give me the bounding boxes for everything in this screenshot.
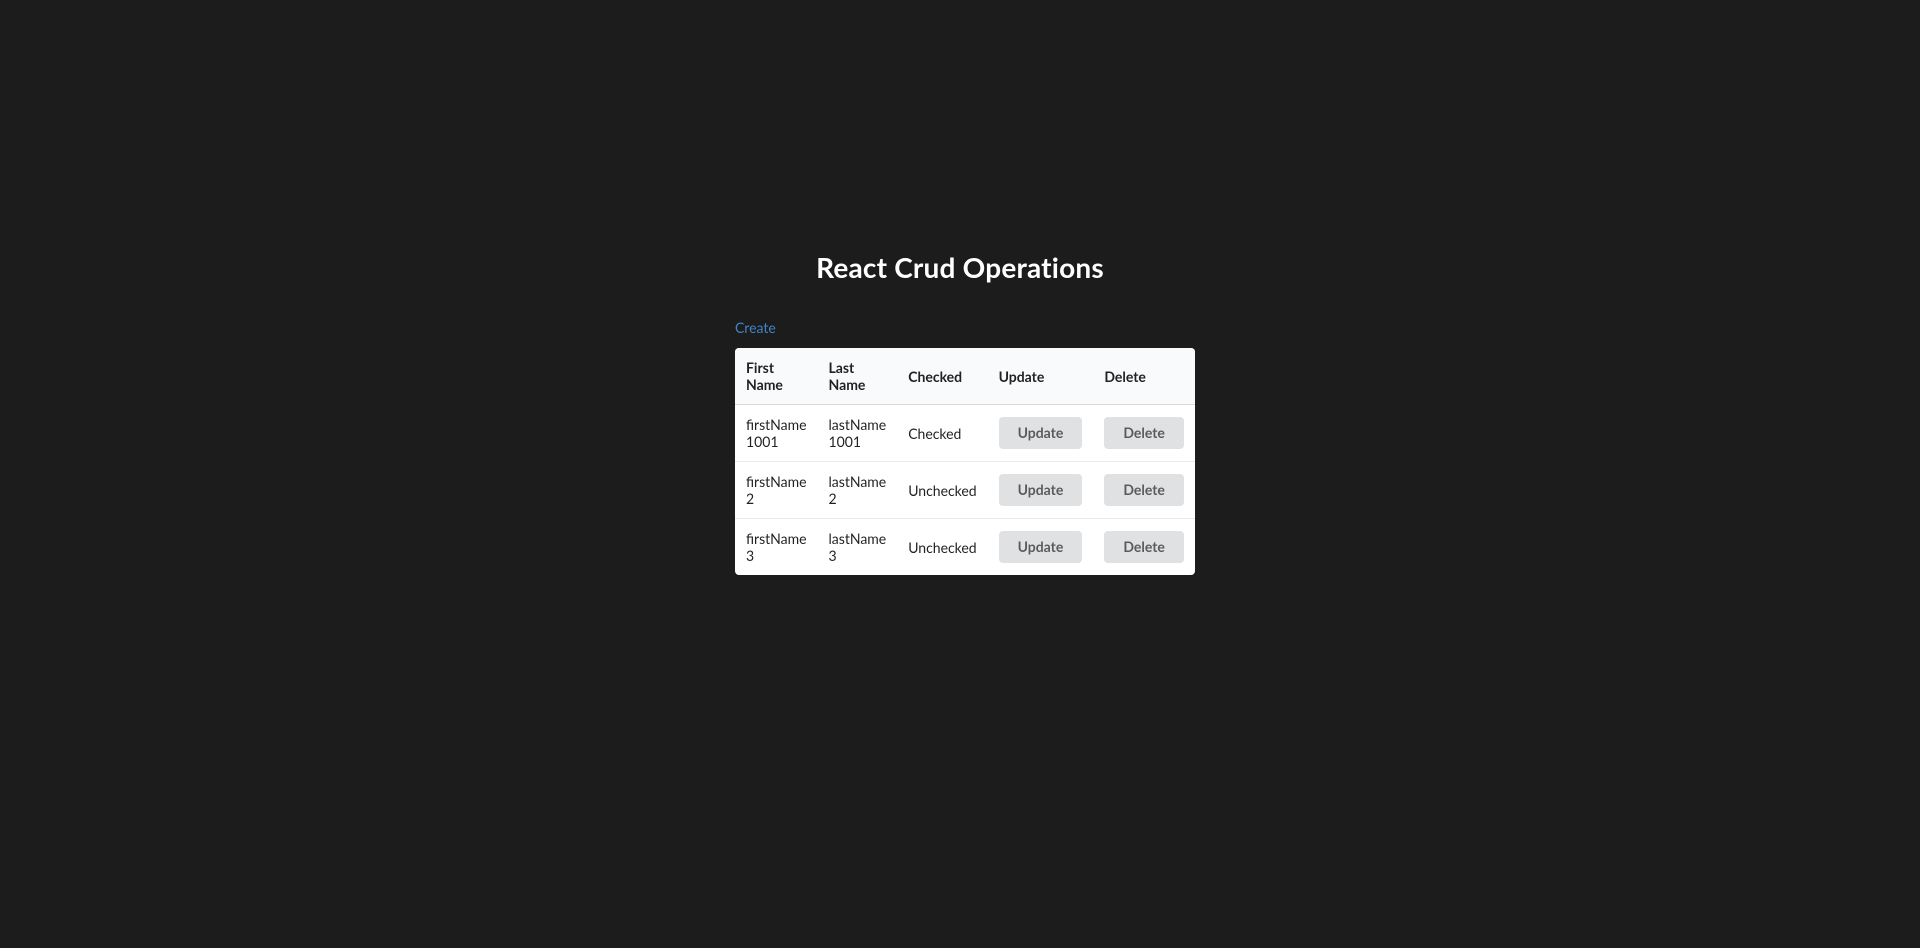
cell-checked: Unchecked bbox=[897, 518, 987, 575]
delete-button[interactable]: Delete bbox=[1104, 417, 1184, 449]
table-row: firstName 1001lastName 1001Checked Update… bbox=[735, 405, 1195, 461]
col-checked: Checked bbox=[897, 348, 987, 405]
update-button[interactable]: Update bbox=[999, 474, 1083, 506]
table-row: firstName 2lastName 2Unchecked Update Dele… bbox=[735, 461, 1195, 518]
cell-update: Update bbox=[988, 461, 1094, 518]
cell-delete: Delete bbox=[1093, 461, 1195, 518]
main-container: React Crud Operations Create First Name … bbox=[735, 250, 1185, 575]
cell-update: Update bbox=[988, 405, 1094, 461]
table-row: firstName 3lastName 3Unchecked Update Dele… bbox=[735, 518, 1195, 575]
cell-last-name: lastName 3 bbox=[818, 518, 898, 575]
create-link[interactable]: Create bbox=[735, 319, 776, 336]
cell-checked: Unchecked bbox=[897, 461, 987, 518]
col-last-name: Last Name bbox=[818, 348, 898, 405]
cell-last-name: lastName 1001 bbox=[818, 405, 898, 461]
cell-first-name: firstName 1001 bbox=[735, 405, 818, 461]
cell-delete: Delete bbox=[1093, 405, 1195, 461]
table-header-row: First Name Last Name Checked Update Dele… bbox=[735, 348, 1195, 405]
cell-first-name: firstName 2 bbox=[735, 461, 818, 518]
col-delete: Delete bbox=[1093, 348, 1195, 405]
page-title: React Crud Operations bbox=[735, 250, 1185, 284]
cell-checked: Checked bbox=[897, 405, 987, 461]
col-update: Update bbox=[988, 348, 1094, 405]
update-button[interactable]: Update bbox=[999, 531, 1083, 563]
col-first-name: First Name bbox=[735, 348, 818, 405]
cell-first-name: firstName 3 bbox=[735, 518, 818, 575]
cell-delete: Delete bbox=[1093, 518, 1195, 575]
cell-update: Update bbox=[988, 518, 1094, 575]
data-table: First Name Last Name Checked Update Dele… bbox=[735, 348, 1195, 575]
cell-last-name: lastName 2 bbox=[818, 461, 898, 518]
delete-button[interactable]: Delete bbox=[1104, 531, 1184, 563]
update-button[interactable]: Update bbox=[999, 417, 1083, 449]
delete-button[interactable]: Delete bbox=[1104, 474, 1184, 506]
